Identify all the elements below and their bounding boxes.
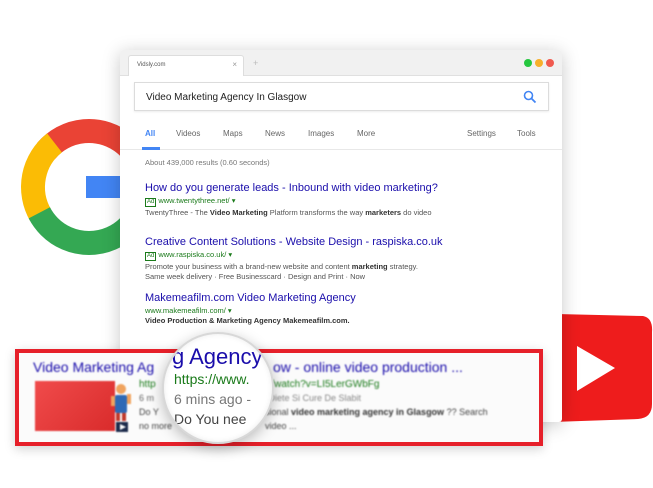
tab-close-icon[interactable]: × (232, 60, 237, 69)
tab-more[interactable]: More (357, 129, 375, 138)
tab-images[interactable]: Images (308, 129, 334, 138)
result-title-link[interactable]: Creative Content Solutions - Website Des… (145, 236, 443, 248)
result-title-link[interactable]: Makemeafilm.com Video Marketing Agency (145, 292, 356, 304)
snippet-text: TwentyThree - The (145, 208, 210, 217)
minimize-dot-icon[interactable] (535, 59, 543, 67)
window-controls (524, 59, 554, 67)
result-url[interactable]: Ad www.twentythree.net/ ▾ (145, 196, 438, 207)
tab-maps[interactable]: Maps (223, 129, 243, 138)
video-thumbnail[interactable] (35, 381, 115, 431)
search-input[interactable]: Video Marketing Agency In Glasgow (134, 82, 549, 111)
tab-title: Vidsly.com (137, 62, 166, 68)
tab-news[interactable]: News (265, 129, 285, 138)
new-tab-icon[interactable]: + (253, 58, 258, 68)
play-icon[interactable] (115, 421, 129, 433)
ad-badge: Ad (145, 252, 157, 261)
lens-url: https://www. (174, 371, 250, 387)
highlight-channel: - Diete Si Cure De Slabit (263, 393, 362, 403)
result-snippet: Video Production & Marketing Agency Make… (145, 316, 356, 325)
highlight-more-suffix: video ... (265, 421, 297, 431)
close-dot-icon[interactable] (546, 59, 554, 67)
lens-desc: Do You nee (174, 411, 247, 427)
snippet-bold: video marketing agency in Glasgow (291, 407, 445, 417)
snippet-text: Promote your business with a brand-new w… (145, 262, 352, 271)
tab-all[interactable]: All (145, 129, 155, 138)
search-query: Video Marketing Agency In Glasgow (146, 92, 307, 103)
result-url[interactable]: www.makemeafilm.com/ ▾ (145, 306, 356, 315)
snippet-text: strategy. (387, 262, 418, 271)
highlight-time-prefix: 6 m (139, 393, 155, 403)
highlighted-video-result[interactable]: Video Marketing Ag ow - online video pro… (15, 349, 543, 446)
highlight-desc-prefix: Do Y (139, 407, 159, 417)
snippet-bold: Video Marketing (209, 208, 268, 217)
lens-title: g Agency (172, 344, 263, 369)
lens-time: 6 mins ago - (174, 391, 252, 407)
result-url-text: www.twentythree.net/ ▾ (158, 196, 236, 205)
snippet-text: Platform transforms the way (267, 208, 366, 217)
highlight-more-prefix: no more (139, 421, 173, 431)
snippet-bold: marketing (351, 262, 388, 271)
search-nav: All Videos Maps News Images More Setting… (120, 122, 562, 150)
tab-tools[interactable]: Tools (517, 129, 536, 138)
highlight-title-link[interactable]: Video Marketing Ag (33, 359, 154, 375)
tab-bar: Vidsly.com × + (120, 50, 562, 76)
maximize-dot-icon[interactable] (524, 59, 532, 67)
highlight-snippet: sional video marketing agency in Glasgow… (265, 407, 488, 417)
search-result: Makemeafilm.com Video Marketing Agency w… (145, 292, 356, 325)
result-snippet: Promote your business with a brand-new w… (145, 262, 443, 271)
result-sitelinks: Same week delivery · Free Businesscard ·… (145, 272, 366, 281)
search-result: How do you generate leads - Inbound with… (145, 182, 438, 217)
browser-tab[interactable]: Vidsly.com × (128, 55, 244, 76)
result-title-link[interactable]: How do you generate leads - Inbound with… (145, 182, 438, 194)
tab-videos[interactable]: Videos (176, 129, 200, 138)
search-result: Creative Content Solutions - Website Des… (145, 236, 443, 281)
result-snippet: TwentyThree - The Video Marketing Platfo… (145, 208, 438, 217)
snippet-bold: Agency (253, 316, 281, 325)
snippet-bold: Makemeafilm.com. (280, 316, 350, 325)
active-tab-indicator (142, 147, 160, 150)
highlight-url[interactable]: m/watch?v=LI5LerGWbFg (263, 379, 379, 390)
magnifier-lens: g Agency https://www. 6 mins ago - Do Yo… (162, 332, 274, 444)
snippet-text: do video (401, 208, 432, 217)
result-stats: About 439,000 results (0.60 seconds) (145, 158, 270, 167)
result-url-text: www.raspiska.co.uk/ ▾ (158, 250, 233, 259)
search-icon[interactable] (523, 90, 537, 104)
snippet-bold: Video Production & Marketing (145, 316, 254, 325)
snippet-bold: marketers (365, 208, 402, 217)
highlight-title-link[interactable]: ow - online video production ... (273, 359, 463, 375)
highlight-url-prefix: http (139, 379, 156, 390)
tab-settings[interactable]: Settings (467, 129, 496, 138)
result-url[interactable]: Ad www.raspiska.co.uk/ ▾ (145, 250, 443, 261)
snippet-text: ?? Search (444, 407, 488, 417)
ad-badge: Ad (145, 198, 157, 207)
